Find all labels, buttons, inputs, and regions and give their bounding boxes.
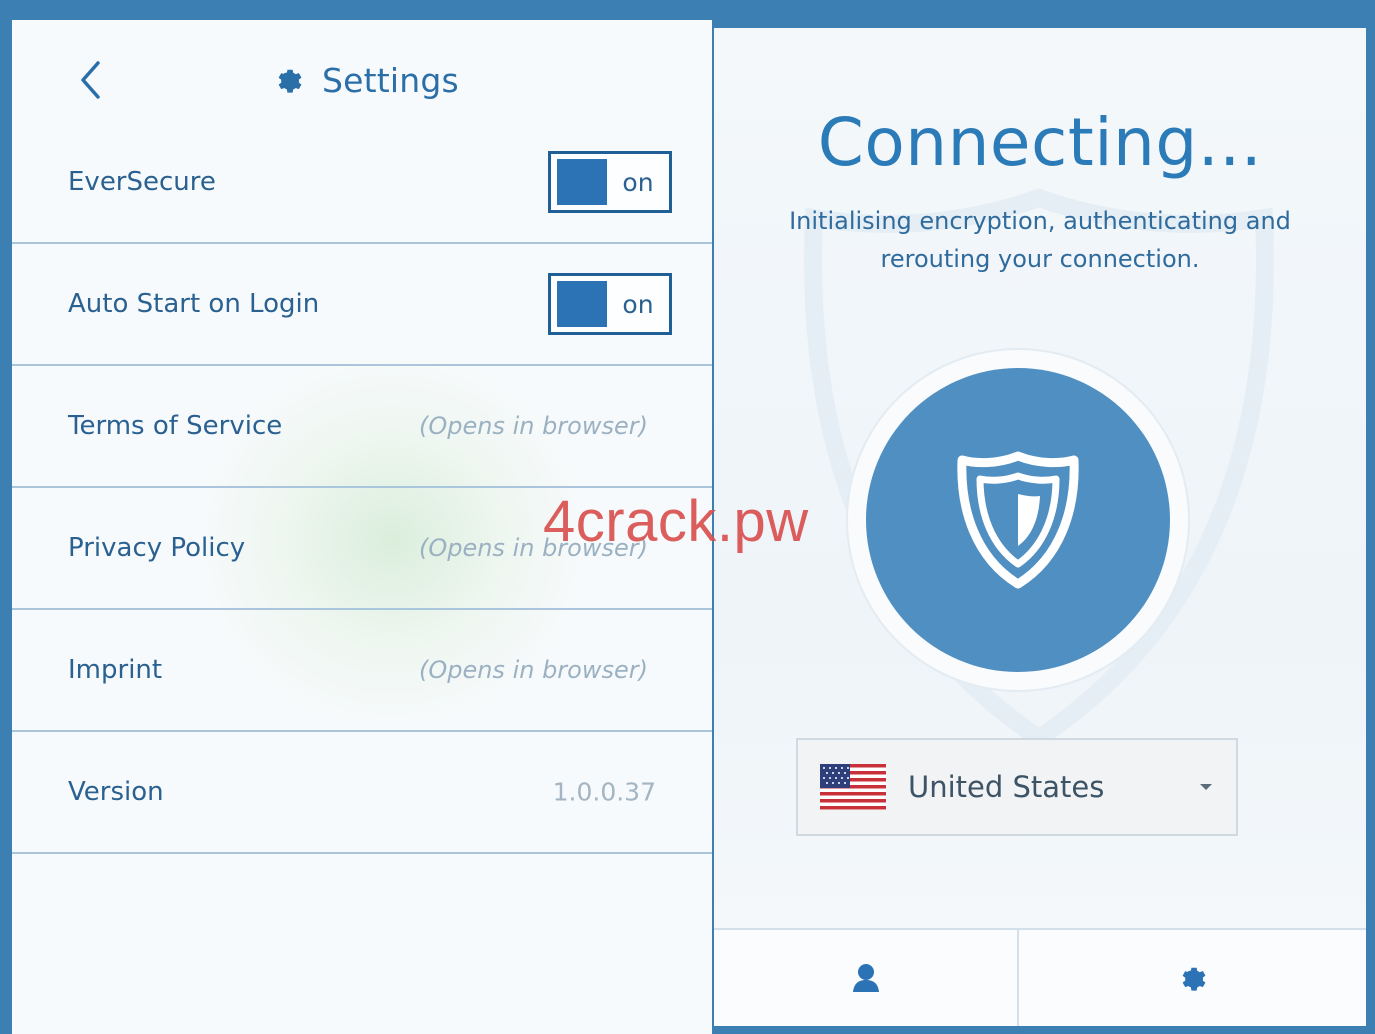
- auto-start-label: Auto Start on Login: [68, 289, 320, 319]
- connect-panel: Connecting... Initialising encryption, a…: [714, 28, 1366, 1026]
- terms-label: Terms of Service: [68, 411, 283, 441]
- account-button[interactable]: [714, 930, 1017, 1026]
- country-dropdown[interactable]: United States: [796, 738, 1238, 836]
- back-button[interactable]: [70, 56, 110, 104]
- page-title-group: Settings: [274, 58, 459, 102]
- settings-header: Settings: [12, 20, 712, 138]
- connection-status-title: Connecting...: [817, 104, 1263, 181]
- us-flag-icon: [820, 764, 886, 810]
- settings-row-auto-start: Auto Start on Login on: [12, 244, 712, 366]
- toggle-knob: [557, 159, 607, 205]
- selected-country: United States: [908, 770, 1105, 804]
- bottom-nav-bar: [714, 928, 1366, 1026]
- shield-icon: [957, 451, 1079, 589]
- toggle-state-text: on: [622, 167, 654, 197]
- gear-icon: [1182, 967, 1205, 991]
- toggle-knob: [557, 281, 607, 327]
- imprint-hint: (Opens in browser): [418, 656, 648, 684]
- settings-button[interactable]: [1017, 930, 1366, 1026]
- terms-hint: (Opens in browser): [418, 412, 648, 440]
- eversecure-label: EverSecure: [68, 167, 216, 197]
- settings-row-eversecure: EverSecure on: [12, 122, 712, 244]
- version-value: 1.0.0.37: [552, 777, 656, 807]
- subtitle-line-1: Initialising encryption, authenticating …: [789, 207, 1291, 235]
- connection-status-subtitle: Initialising encryption, authenticating …: [754, 202, 1326, 278]
- user-icon: [852, 964, 879, 992]
- version-label: Version: [68, 777, 164, 807]
- eversecure-toggle[interactable]: on: [548, 151, 672, 213]
- toggle-state-text: on: [622, 289, 654, 319]
- chevron-left-icon: [81, 61, 100, 99]
- settings-row-version: Version 1.0.0.37: [12, 732, 712, 854]
- connect-button[interactable]: [866, 368, 1170, 672]
- gear-icon: [278, 69, 302, 93]
- watermark-text: 4crack.pw: [543, 489, 809, 554]
- caret-down-icon: [1200, 784, 1212, 790]
- settings-row-imprint[interactable]: Imprint (Opens in browser): [12, 610, 712, 732]
- settings-row-terms[interactable]: Terms of Service (Opens in browser): [12, 366, 712, 488]
- page-title: Settings: [322, 60, 459, 100]
- subtitle-line-2: rerouting your connection.: [880, 245, 1200, 273]
- privacy-label: Privacy Policy: [68, 533, 246, 563]
- imprint-label: Imprint: [68, 655, 163, 685]
- auto-start-toggle[interactable]: on: [548, 273, 672, 335]
